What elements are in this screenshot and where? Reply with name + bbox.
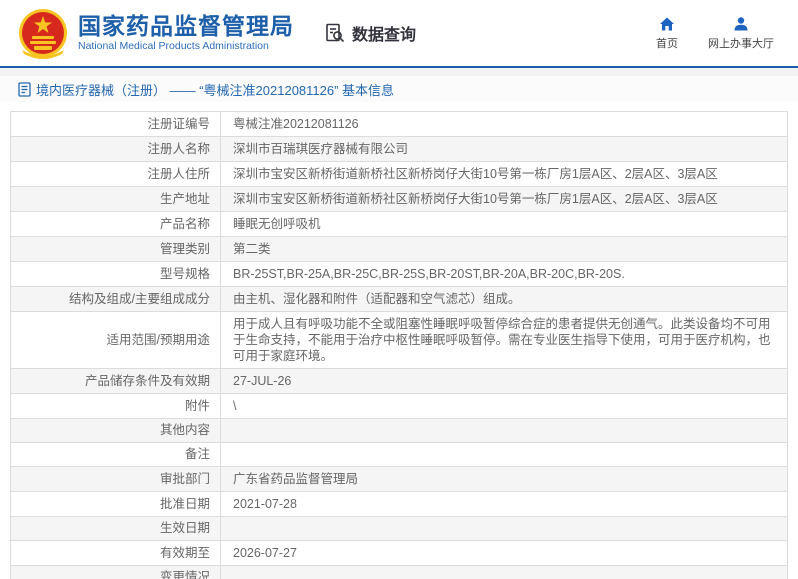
row-value: 粤械注准20212081126 — [233, 117, 359, 131]
row-value — [221, 419, 787, 442]
row-label: 结构及组成/主要组成成分 — [11, 287, 221, 311]
row-label: 注册人名称 — [11, 137, 221, 161]
row-value: 深圳市百瑞琪医疗器械有限公司 — [233, 142, 409, 156]
table-row: 其他内容 — [11, 419, 787, 443]
table-row: 产品名称 睡眠无创呼吸机 — [11, 212, 787, 237]
row-label-text: 型号规格 — [159, 266, 210, 281]
org-name-cn: 国家药品监督管理局 — [78, 13, 294, 39]
data-query-tab[interactable]: 数据查询 — [324, 21, 416, 45]
breadcrumb: 境内医疗器械（注册） —— “粤械注准20212081126” 基本信息 — [0, 76, 798, 102]
row-label-text: 产品名称 — [159, 216, 210, 231]
data-query-label: 数据查询 — [352, 27, 417, 44]
row-value: 深圳市宝安区新桥街道新桥社区新桥岗仔大街10号第一栋厂房1层A区、2层A区、3层… — [233, 192, 718, 206]
table-row: 生效日期 — [11, 517, 787, 541]
row-label-text: 管理类别 — [159, 241, 210, 256]
row-label-text: 注册人住所 — [147, 166, 210, 181]
table-row: 有效期至 2026-07-27 — [11, 541, 787, 566]
row-label: 附件 — [11, 394, 221, 418]
row-label: 产品名称 — [11, 212, 221, 236]
nav-item-label: 网上办事大厅 — [708, 37, 774, 50]
row-value: BR-25ST,BR-25A,BR-25C,BR-25S,BR-20ST,BR-… — [233, 267, 625, 281]
table-row: 管理类别 第二类 — [11, 237, 787, 262]
table-row: 注册证编号 粤械注准20212081126 — [11, 112, 787, 137]
table-row: 备注 — [11, 443, 787, 467]
row-value: 广东省药品监督管理局 — [233, 472, 359, 486]
row-label-text: 注册人名称 — [147, 141, 210, 156]
row-value: \ — [233, 399, 237, 413]
row-label: 其他内容 — [11, 419, 221, 442]
row-label-text: 有效期至 — [159, 545, 210, 560]
row-label: 备注 — [11, 443, 221, 466]
row-label-text: 注册证编号 — [147, 116, 210, 131]
row-label: 变更情况 — [11, 566, 221, 579]
row-label: 注册证编号 — [11, 112, 221, 136]
top-nav: 首页 网上办事大厅 — [656, 16, 774, 51]
nav-item-home[interactable]: 首页 — [656, 16, 678, 51]
table-row: 结构及组成/主要组成成分 由主机、湿化器和附件（适配器和空气滤芯）组成。 — [11, 287, 787, 312]
row-value: 第二类 — [233, 242, 271, 256]
row-label: 生效日期 — [11, 517, 221, 540]
table-row: 附件 \ — [11, 394, 787, 419]
row-label-text: 生产地址 — [159, 191, 210, 206]
org-name-en: National Medical Products Administration — [78, 40, 269, 52]
table-row: 产品储存条件及有效期 27-JUL-26 — [11, 369, 787, 394]
row-label: 批准日期 — [11, 492, 221, 516]
document-search-icon — [326, 23, 345, 43]
row-value: 睡眠无创呼吸机 — [233, 217, 321, 231]
row-label-text: 变更情况 — [159, 570, 210, 579]
table-row: 批准日期 2021-07-28 — [11, 492, 787, 517]
row-label-text: 审批部门 — [159, 471, 210, 486]
row-label-text: 适用范围/预期用途 — [106, 332, 210, 347]
row-label-text: 结构及组成/主要组成成分 — [69, 291, 210, 306]
site-logo: 国家药品监督管理局 National Medical Products Admi… — [18, 6, 294, 60]
row-value: 由主机、湿化器和附件（适配器和空气滤芯）组成。 — [233, 292, 521, 306]
row-label: 产品储存条件及有效期 — [11, 369, 221, 393]
row-label-text: 备注 — [184, 447, 210, 461]
row-label: 审批部门 — [11, 467, 221, 491]
table-row: 适用范围/预期用途 用于成人且有呼吸功能不全或阻塞性睡眠呼吸暂停综合症的患者提供… — [11, 312, 787, 369]
row-label-text: 批准日期 — [159, 496, 210, 511]
document-icon — [18, 81, 31, 97]
national-emblem-icon — [19, 9, 67, 59]
site-header: 国家药品监督管理局 National Medical Products Admi… — [0, 0, 798, 66]
home-icon — [660, 17, 674, 30]
page-title: 境内医疗器械（注册） —— “粤械注准20212081126” 基本信息 — [36, 82, 395, 98]
table-row: 变更情况 — [11, 566, 787, 579]
row-label-text: 其他内容 — [159, 423, 210, 437]
nav-item-label: 首页 — [656, 37, 678, 50]
row-label: 注册人住所 — [11, 162, 221, 186]
table-row: 注册人住所 深圳市宝安区新桥街道新桥社区新桥岗仔大街10号第一栋厂房1层A区、2… — [11, 162, 787, 187]
info-table: 注册证编号 粤械注准20212081126 注册人名称 深圳市百瑞琪医疗器械有限… — [10, 111, 788, 579]
row-label: 适用范围/预期用途 — [11, 312, 221, 368]
row-label-text: 附件 — [184, 398, 210, 413]
row-value: 2026-07-27 — [233, 546, 297, 560]
row-label: 管理类别 — [11, 237, 221, 261]
row-value — [221, 566, 787, 579]
row-value: 2021-07-28 — [233, 497, 297, 511]
table-row: 注册人名称 深圳市百瑞琪医疗器械有限公司 — [11, 137, 787, 162]
table-row: 型号规格 BR-25ST,BR-25A,BR-25C,BR-25S,BR-20S… — [11, 262, 787, 287]
row-value: 27-JUL-26 — [233, 374, 292, 388]
gap-strip — [0, 68, 798, 76]
table-row: 生产地址 深圳市宝安区新桥街道新桥社区新桥岗仔大街10号第一栋厂房1层A区、2层… — [11, 187, 787, 212]
org-names: 国家药品监督管理局 National Medical Products Admi… — [78, 13, 294, 53]
row-label: 有效期至 — [11, 541, 221, 565]
row-label-text: 生效日期 — [159, 521, 210, 535]
row-value: 用于成人且有呼吸功能不全或阻塞性睡眠呼吸暂停综合症的患者提供无创通气。此类设备均… — [233, 317, 771, 363]
row-value — [221, 443, 787, 466]
row-label: 型号规格 — [11, 262, 221, 286]
table-row: 审批部门 广东省药品监督管理局 — [11, 467, 787, 492]
nav-item-service-hall[interactable]: 网上办事大厅 — [708, 16, 774, 51]
row-label-text: 产品储存条件及有效期 — [84, 373, 210, 388]
row-value: 深圳市宝安区新桥街道新桥社区新桥岗仔大街10号第一栋厂房1层A区、2层A区、3层… — [233, 167, 718, 181]
row-value — [221, 517, 787, 540]
user-icon — [734, 16, 748, 30]
row-label: 生产地址 — [11, 187, 221, 211]
